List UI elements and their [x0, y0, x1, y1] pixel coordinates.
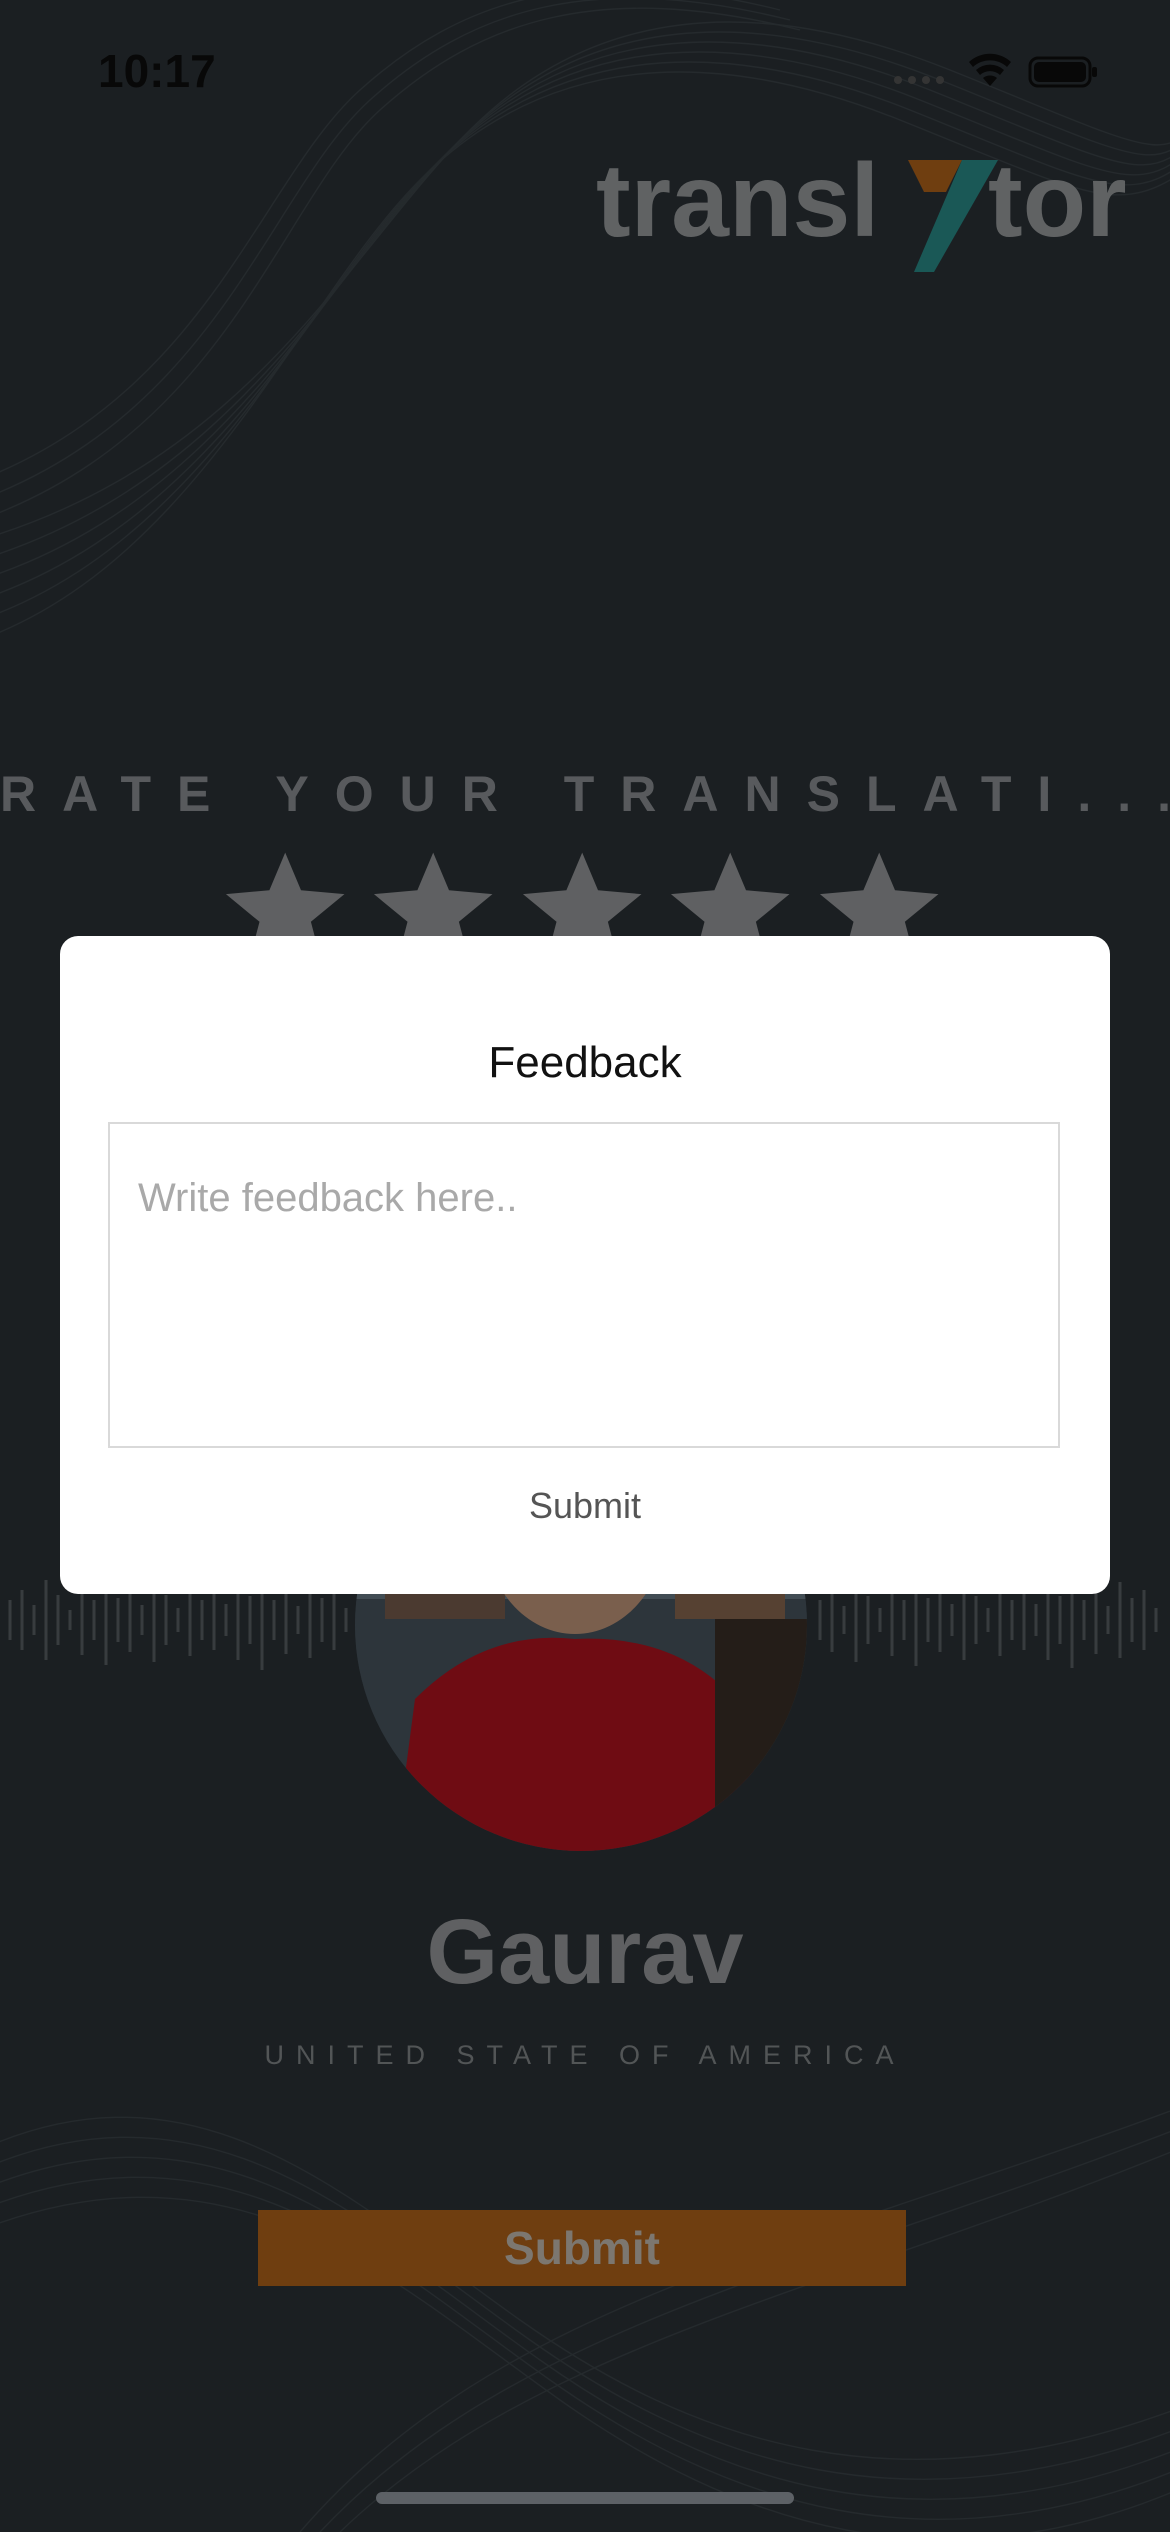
feedback-input[interactable] [108, 1122, 1060, 1448]
home-indicator [376, 2492, 794, 2504]
feedback-submit-button[interactable]: Submit [60, 1484, 1110, 1528]
rating-screen: 10:17 transl tor RATE YOUR TRANSLATI... [0, 0, 1170, 2532]
feedback-dialog: Feedback Submit [60, 936, 1110, 1594]
feedback-dialog-title: Feedback [488, 1038, 682, 1087]
